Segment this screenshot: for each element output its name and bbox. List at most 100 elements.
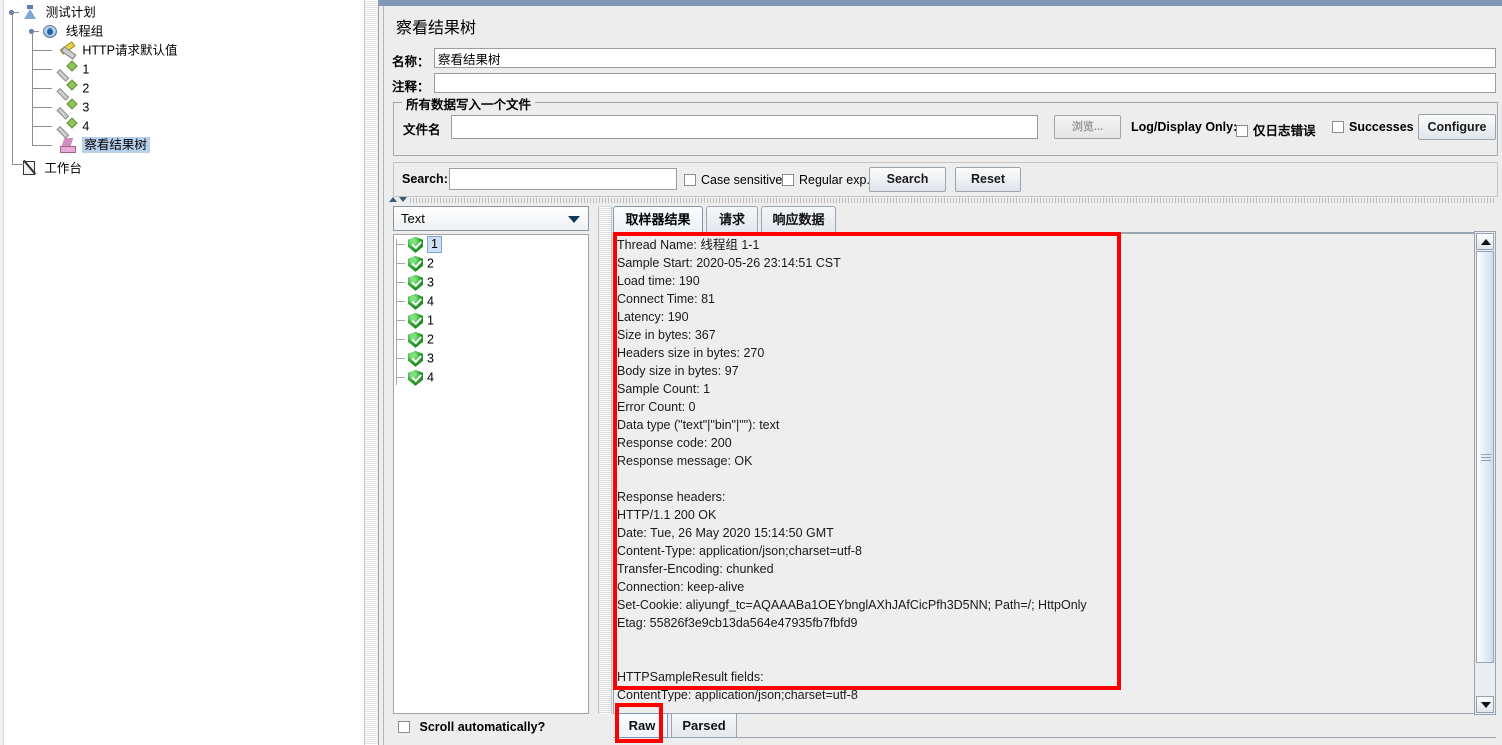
tree-node-http-defaults[interactable]: HTTP请求默认值 <box>4 41 177 60</box>
result-item-8[interactable]: 4 <box>394 368 588 387</box>
parsed-tab[interactable]: Parsed <box>671 713 737 738</box>
result-line: Date: Tue, 26 May 2020 15:14:50 GMT <box>617 526 834 540</box>
comment-input[interactable] <box>434 73 1496 93</box>
success-shield-icon <box>408 256 423 272</box>
sampler-result-textarea[interactable]: Thread Name: 线程组 1-1 Sample Start: 2020-… <box>613 233 1496 714</box>
browse-button[interactable]: 浏览... <box>1054 115 1121 139</box>
tree-node-label: 2 <box>82 81 90 96</box>
response-vertical-scrollbar[interactable] <box>1474 231 1496 715</box>
scrollbar-thumb[interactable] <box>1476 251 1494 663</box>
result-line: Sample Count: 1 <box>617 382 711 396</box>
result-item-label: 2 <box>427 256 434 271</box>
checkbox-label: 仅日志错误 <box>1253 124 1316 138</box>
result-item-7[interactable]: 3 <box>394 349 588 368</box>
checkbox-box[interactable] <box>1332 121 1344 133</box>
search-bar: Search: Case sensitive Regular exp. Sear… <box>393 162 1498 197</box>
view-mode-baseline <box>613 737 1496 738</box>
tree-node-label: 察看结果树 <box>82 137 150 154</box>
filename-input[interactable] <box>451 115 1038 139</box>
split-pane-divider-vertical[interactable] <box>598 206 612 714</box>
regular-exp-checkbox[interactable]: Regular exp. <box>782 173 870 187</box>
raw-tab[interactable]: Raw <box>616 713 668 738</box>
chevron-up-icon <box>389 197 397 202</box>
checkbox-label: Successes <box>1349 120 1414 134</box>
scroll-down-button[interactable] <box>1476 696 1494 713</box>
tab-response-data[interactable]: 响应数据 <box>761 206 836 233</box>
result-line: Headers size in bytes: 270 <box>617 346 765 360</box>
tab-sampler-result[interactable]: 取样器结果 <box>613 206 703 233</box>
errors-only-checkbox[interactable]: 仅日志错误 <box>1236 120 1316 139</box>
result-item-5[interactable]: 1 <box>394 311 588 330</box>
tree-node-label: 4 <box>82 119 90 134</box>
tree-node-label: 线程组 <box>65 24 104 39</box>
result-item-3[interactable]: 3 <box>394 273 588 292</box>
tree-node-view-results-tree[interactable]: 察看结果树 <box>4 136 177 155</box>
tree-node-sampler-3[interactable]: 3 <box>4 98 177 117</box>
result-item-label: 2 <box>427 332 434 347</box>
name-input[interactable] <box>434 48 1496 68</box>
result-line: Latency: 190 <box>617 310 689 324</box>
tree-node-sampler-4[interactable]: 4 <box>4 117 177 136</box>
tree-node-workbench[interactable]: 工作台 <box>4 159 177 178</box>
sampler-result-content: Thread Name: 线程组 1-1 Sample Start: 2020-… <box>617 236 1457 706</box>
result-line: ContentType: application/json;charset=ut… <box>617 688 858 702</box>
result-item-label: 4 <box>427 294 434 309</box>
checkbox-box[interactable] <box>398 721 410 733</box>
tree-vertical-scrollbar[interactable] <box>364 0 378 745</box>
result-item-6[interactable]: 2 <box>394 330 588 349</box>
tree-connector <box>32 88 52 89</box>
result-viewer: 取样器结果 请求 响应数据 Thread Name: 线程组 1-1 Sampl… <box>613 206 1496 714</box>
result-line: Connect Time: 81 <box>617 292 715 306</box>
success-shield-icon <box>408 351 423 367</box>
view-results-tree-panel: 察看结果树 名称： 注释： 所有数据写入一个文件 文件名 浏览... Log/D… <box>379 0 1502 745</box>
chevron-down-icon <box>399 197 407 202</box>
tree-connector <box>32 145 52 146</box>
tree-node-sampler-2[interactable]: 2 <box>4 79 177 98</box>
success-shield-icon <box>408 275 423 291</box>
tree-node-test-plan[interactable]: 测试计划 <box>4 3 177 22</box>
reset-button[interactable]: Reset <box>955 167 1021 192</box>
checkbox-box[interactable] <box>684 174 696 186</box>
result-item-label: 4 <box>427 370 434 385</box>
test-plan-icon <box>22 4 39 21</box>
test-plan-tree[interactable]: 测试计划 线程组 HTTP请求默认值 1 2 3 4 察看结果树 工作台 <box>4 3 177 178</box>
checkbox-box[interactable] <box>1236 125 1248 137</box>
case-sensitive-checkbox[interactable]: Case sensitive <box>684 173 782 187</box>
comment-label: 注释： <box>392 80 430 94</box>
tree-node-sampler-1[interactable]: 1 <box>4 60 177 79</box>
result-line: Load time: 190 <box>617 274 700 288</box>
scroll-up-button[interactable] <box>1476 233 1494 250</box>
result-item-label: 3 <box>427 351 434 366</box>
result-line: Content-Type: application/json;charset=u… <box>617 544 862 558</box>
tree-connector <box>32 107 52 108</box>
result-line: Body size in bytes: 97 <box>617 364 739 378</box>
tree-node-label: HTTP请求默认值 <box>82 43 178 58</box>
tree-node-label: 3 <box>82 100 90 115</box>
success-shield-icon <box>408 294 423 310</box>
checkbox-box[interactable] <box>782 174 794 186</box>
checkbox-label: Regular exp. <box>799 173 870 187</box>
scroll-automatically-checkbox[interactable]: Scroll automatically? <box>398 720 545 734</box>
split-pane-divider-horizontal[interactable] <box>410 198 1496 203</box>
search-input[interactable] <box>449 168 677 190</box>
split-pane-collapse-controls[interactable] <box>389 196 411 204</box>
tab-request[interactable]: 请求 <box>706 206 758 233</box>
tree-node-thread-group[interactable]: 线程组 <box>4 22 177 41</box>
render-selector-combo[interactable]: Text <box>393 206 589 231</box>
tree-node-label: 工作台 <box>44 161 82 176</box>
successes-checkbox[interactable]: Successes <box>1332 120 1414 134</box>
tree-connector <box>12 14 13 164</box>
search-label: Search: <box>402 172 448 186</box>
configure-button[interactable]: Configure <box>1418 114 1496 140</box>
result-item-1[interactable]: 1 <box>394 235 588 254</box>
result-item-2[interactable]: 2 <box>394 254 588 273</box>
result-item-label: 3 <box>427 275 434 290</box>
search-button[interactable]: Search <box>869 167 946 192</box>
render-selector-value: Text <box>401 211 425 226</box>
name-label: 名称： <box>392 55 430 69</box>
result-item-4[interactable]: 4 <box>394 292 588 311</box>
chevron-down-icon[interactable] <box>568 216 580 223</box>
jmeter-window: 测试计划 线程组 HTTP请求默认值 1 2 3 4 察看结果树 工作台 察看结… <box>0 0 1502 745</box>
results-tree[interactable]: 1 2 3 4 1 2 3 4 <box>393 234 589 714</box>
filename-label: 文件名 <box>403 123 441 137</box>
